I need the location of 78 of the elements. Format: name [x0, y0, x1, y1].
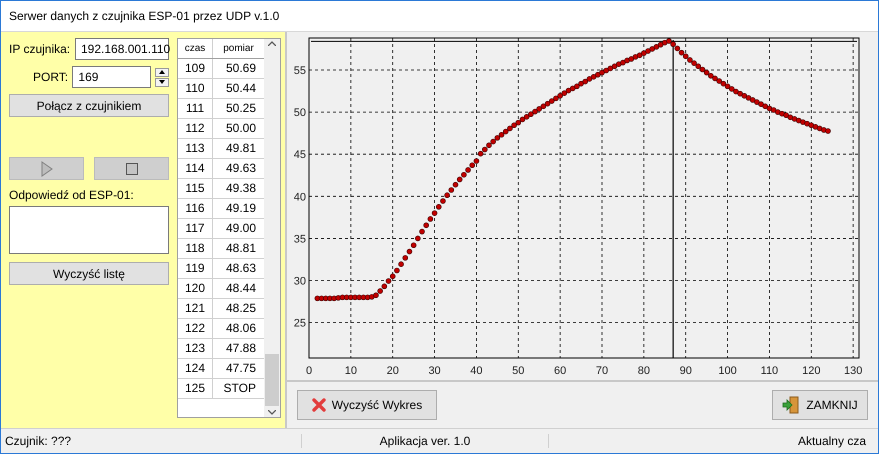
table-cell: 109 [178, 59, 213, 78]
table-cell: 111 [178, 99, 213, 118]
table-cell: 125 [178, 379, 213, 398]
spin-buttons[interactable] [155, 68, 169, 86]
table-cell: 124 [178, 359, 213, 378]
response-label: Odpowiedź od ESP-01: [9, 188, 135, 202]
table-cell: 122 [178, 319, 213, 338]
x-tick-label: 130 [844, 365, 862, 377]
y-tick-label: 30 [294, 276, 306, 288]
table-cell: 118 [178, 239, 213, 258]
connect-button[interactable]: Połącz z czujnikiem [9, 94, 169, 117]
table-cell: 112 [178, 119, 213, 138]
table-cell: 119 [178, 259, 213, 278]
status-text: Aplikacja ver. 1.0 [301, 434, 548, 448]
table-cell-text: 47.88 [224, 340, 257, 357]
port-spin-field[interactable]: 169 [72, 66, 152, 88]
table-cell: 115 [178, 179, 213, 198]
table-cell: 117 [178, 219, 213, 238]
x-tick-label: 100 [718, 365, 737, 377]
table-cell-text: 48.63 [224, 260, 257, 277]
scroll-up-icon [268, 41, 276, 46]
clear-chart-button[interactable]: Wyczyść Wykres [297, 390, 437, 420]
table-cell-text: 48.44 [224, 280, 257, 297]
response-text-area[interactable] [9, 206, 169, 254]
x-tick-label: 80 [638, 365, 650, 377]
exit-door-icon [782, 396, 800, 414]
table-cell-text: STOP [222, 380, 257, 397]
scrollbar[interactable] [264, 39, 280, 417]
table-cell-text: 50.44 [224, 80, 257, 97]
ip-input-field[interactable]: 192.168.001.110 [75, 38, 169, 60]
y-tick-label: 25 [294, 318, 306, 330]
x-tick-label: 60 [554, 365, 566, 377]
table-cell: 123 [178, 339, 213, 358]
table-cell: 121 [178, 299, 213, 318]
x-tick-label: 90 [680, 365, 692, 377]
ip-label: IP czujnika: [9, 42, 71, 56]
table-cell-text: 48.06 [224, 320, 257, 337]
y-tick-label: 35 [294, 233, 306, 246]
table-cell: 116 [178, 199, 213, 218]
table-cell-text: 49.63 [224, 160, 257, 177]
y-tick-label: 55 [294, 65, 306, 77]
x-tick-label: 20 [386, 365, 399, 377]
y-tick-label: 40 [294, 191, 306, 204]
x-tick-label: 30 [428, 365, 441, 377]
table-cell: 114 [178, 159, 213, 178]
scroll-down-icon [268, 410, 276, 415]
x-tick-label: 70 [596, 365, 608, 377]
status-text: Aktualny cza [548, 434, 878, 448]
table-cell-text: 50.69 [224, 60, 257, 77]
status-text: Czujnik: ??? [4, 434, 72, 448]
x-tick-label: 40 [470, 365, 483, 377]
close-button[interactable]: ZAMKNIJ [772, 390, 868, 420]
x-tick-label: 0 [306, 365, 312, 377]
stop-icon [126, 162, 138, 174]
table-cell-text: 50.00 [224, 120, 257, 137]
x-tick-label: 120 [802, 365, 820, 377]
table-cell-text: 49.38 [224, 180, 257, 197]
scroll-thumb[interactable] [265, 354, 279, 406]
x-tick-label: 10 [344, 365, 357, 377]
table-cell: 110 [178, 79, 213, 98]
table-cell: 113 [178, 139, 213, 158]
close-x-icon [312, 398, 326, 412]
clear-list-button[interactable]: Wyczyść listę [9, 262, 169, 285]
x-tick-label: 50 [512, 365, 524, 377]
port-label: PORT: [33, 70, 68, 84]
table-cell: 120 [178, 279, 213, 298]
table-cell-text: 48.25 [224, 300, 257, 317]
table-cell-text: 49.00 [224, 220, 257, 237]
table-cell-text: 47.75 [224, 360, 257, 377]
x-tick-label: 110 [760, 365, 778, 377]
table-cell-text: 49.19 [224, 200, 257, 217]
table-cell-text: 50.25 [224, 100, 257, 117]
y-tick-label: 45 [294, 149, 306, 162]
table-cell-text: 48.81 [224, 240, 257, 257]
window-title: Serwer danych z czujnika ESP-01 przez UDP v.1.0 [9, 9, 280, 23]
play-icon [40, 160, 52, 176]
y-tick-label: 50 [294, 107, 306, 120]
table-cell-text: 49.81 [224, 140, 257, 157]
